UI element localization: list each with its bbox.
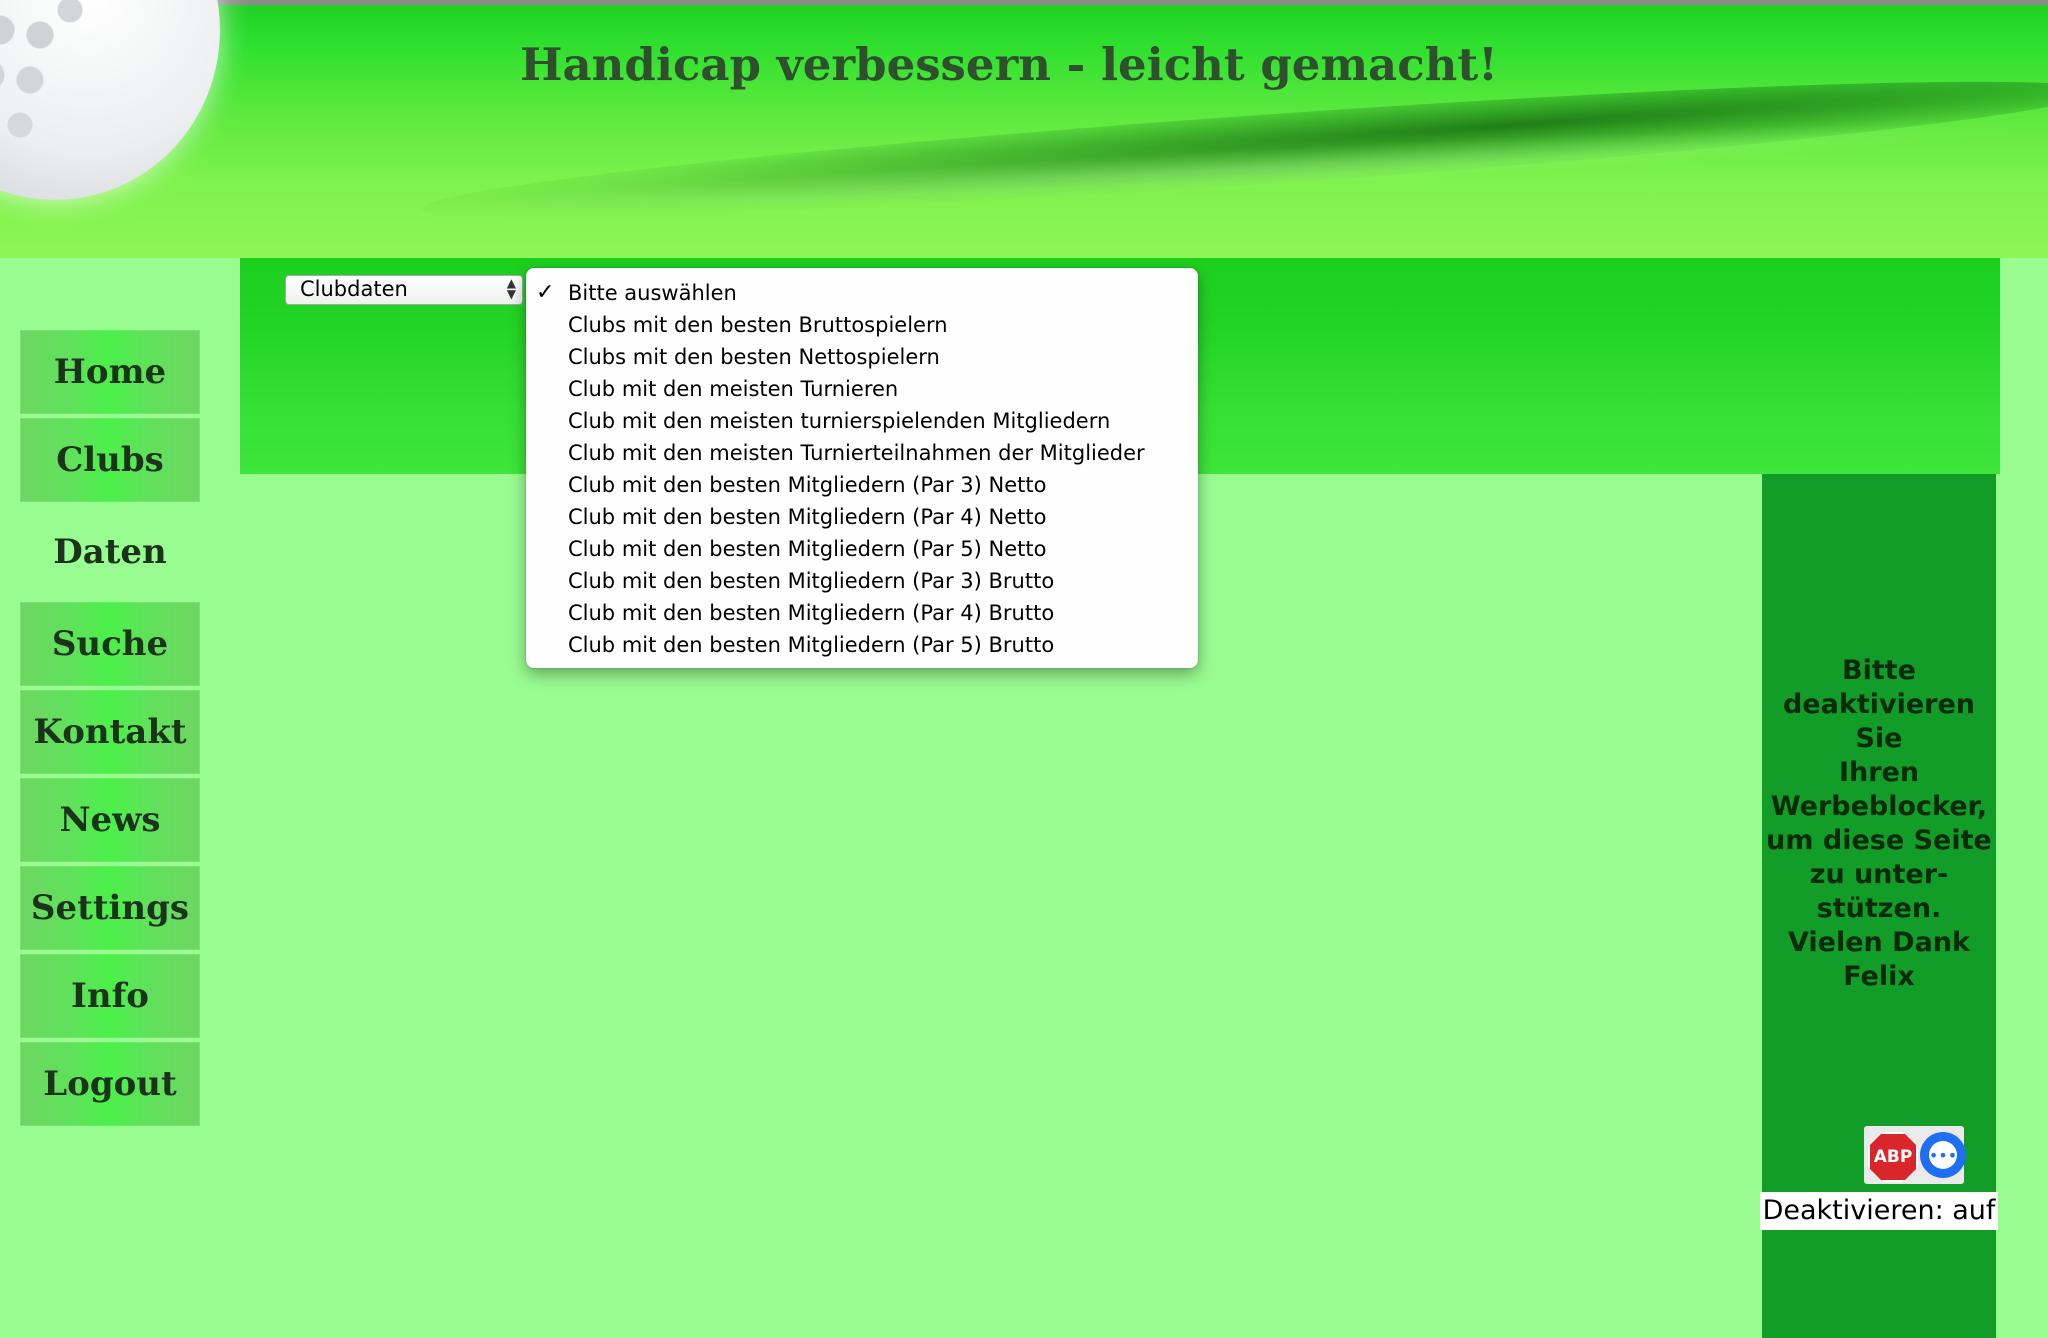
dropdown-option[interactable]: Club mit den besten Mitgliedern (Par 4) …: [526, 501, 1198, 533]
category-select[interactable]: Clubdaten ▲ ▼: [285, 275, 523, 305]
dropdown-option[interactable]: Clubs mit den besten Nettospielern: [526, 341, 1198, 373]
extension-icons: ABP •••: [1864, 1126, 1966, 1184]
dropdown-option[interactable]: Club mit den besten Mitgliedern (Par 3) …: [526, 469, 1198, 501]
sidebar-nav: Home Clubs Daten Suche Kontakt News Sett…: [20, 330, 200, 1130]
top-border: [0, 0, 2048, 5]
adblock-plus-icon[interactable]: ABP: [1868, 1132, 1918, 1182]
nav-settings[interactable]: Settings: [20, 866, 200, 950]
dropdown-option[interactable]: ✓ Bitte auswählen: [526, 277, 1198, 309]
signature-text: Felix: [1843, 961, 1915, 992]
nav-home[interactable]: Home: [20, 330, 200, 414]
nav-news[interactable]: News: [20, 778, 200, 862]
options-dropdown[interactable]: ✓ Bitte auswählen Clubs mit den besten Br…: [526, 268, 1198, 668]
dropdown-option[interactable]: Club mit den besten Mitgliedern (Par 5) …: [526, 629, 1198, 661]
dropdown-option[interactable]: Clubs mit den besten Bruttospielern: [526, 309, 1198, 341]
chat-icon[interactable]: •••: [1920, 1132, 1966, 1178]
dropdown-option[interactable]: Club mit den meisten Turnierteilnahmen d…: [526, 437, 1198, 469]
dropdown-option[interactable]: Club mit den meisten Turnieren: [526, 373, 1198, 405]
select-value: Clubdaten: [300, 277, 408, 301]
dropdown-option[interactable]: Club mit den meisten turnierspielenden M…: [526, 405, 1198, 437]
dropdown-option[interactable]: Club mit den besten Mitgliedern (Par 4) …: [526, 597, 1198, 629]
nav-daten[interactable]: Daten: [20, 506, 200, 598]
nav-suche[interactable]: Suche: [20, 602, 200, 686]
dropdown-option[interactable]: Club mit den besten Mitgliedern (Par 3) …: [526, 565, 1198, 597]
adblock-message: Bitte deaktivieren Sie Ihren Werbeblocke…: [1762, 654, 1996, 994]
header-banner: Handicap verbessern - leicht gemacht!: [0, 0, 2048, 258]
site-title: Handicap verbessern - leicht gemacht!: [520, 38, 1498, 91]
ad-column: Bitte deaktivieren Sie Ihren Werbeblocke…: [1760, 474, 1998, 1338]
nav-clubs[interactable]: Clubs: [20, 418, 200, 502]
dropdown-option[interactable]: Club mit den besten Mitgliedern (Par 5) …: [526, 533, 1198, 565]
nav-kontakt[interactable]: Kontakt: [20, 690, 200, 774]
golf-ball-image: [0, 0, 220, 200]
select-arrows-icon: ▲ ▼: [506, 276, 516, 301]
thanks-text: Vielen Dank: [1788, 927, 1970, 958]
nav-logout[interactable]: Logout: [20, 1042, 200, 1126]
checkmark-icon: ✓: [536, 280, 555, 305]
deactivate-toggle[interactable]: Deaktivieren: auf: [1760, 1192, 1998, 1230]
nav-info[interactable]: Info: [20, 954, 200, 1038]
